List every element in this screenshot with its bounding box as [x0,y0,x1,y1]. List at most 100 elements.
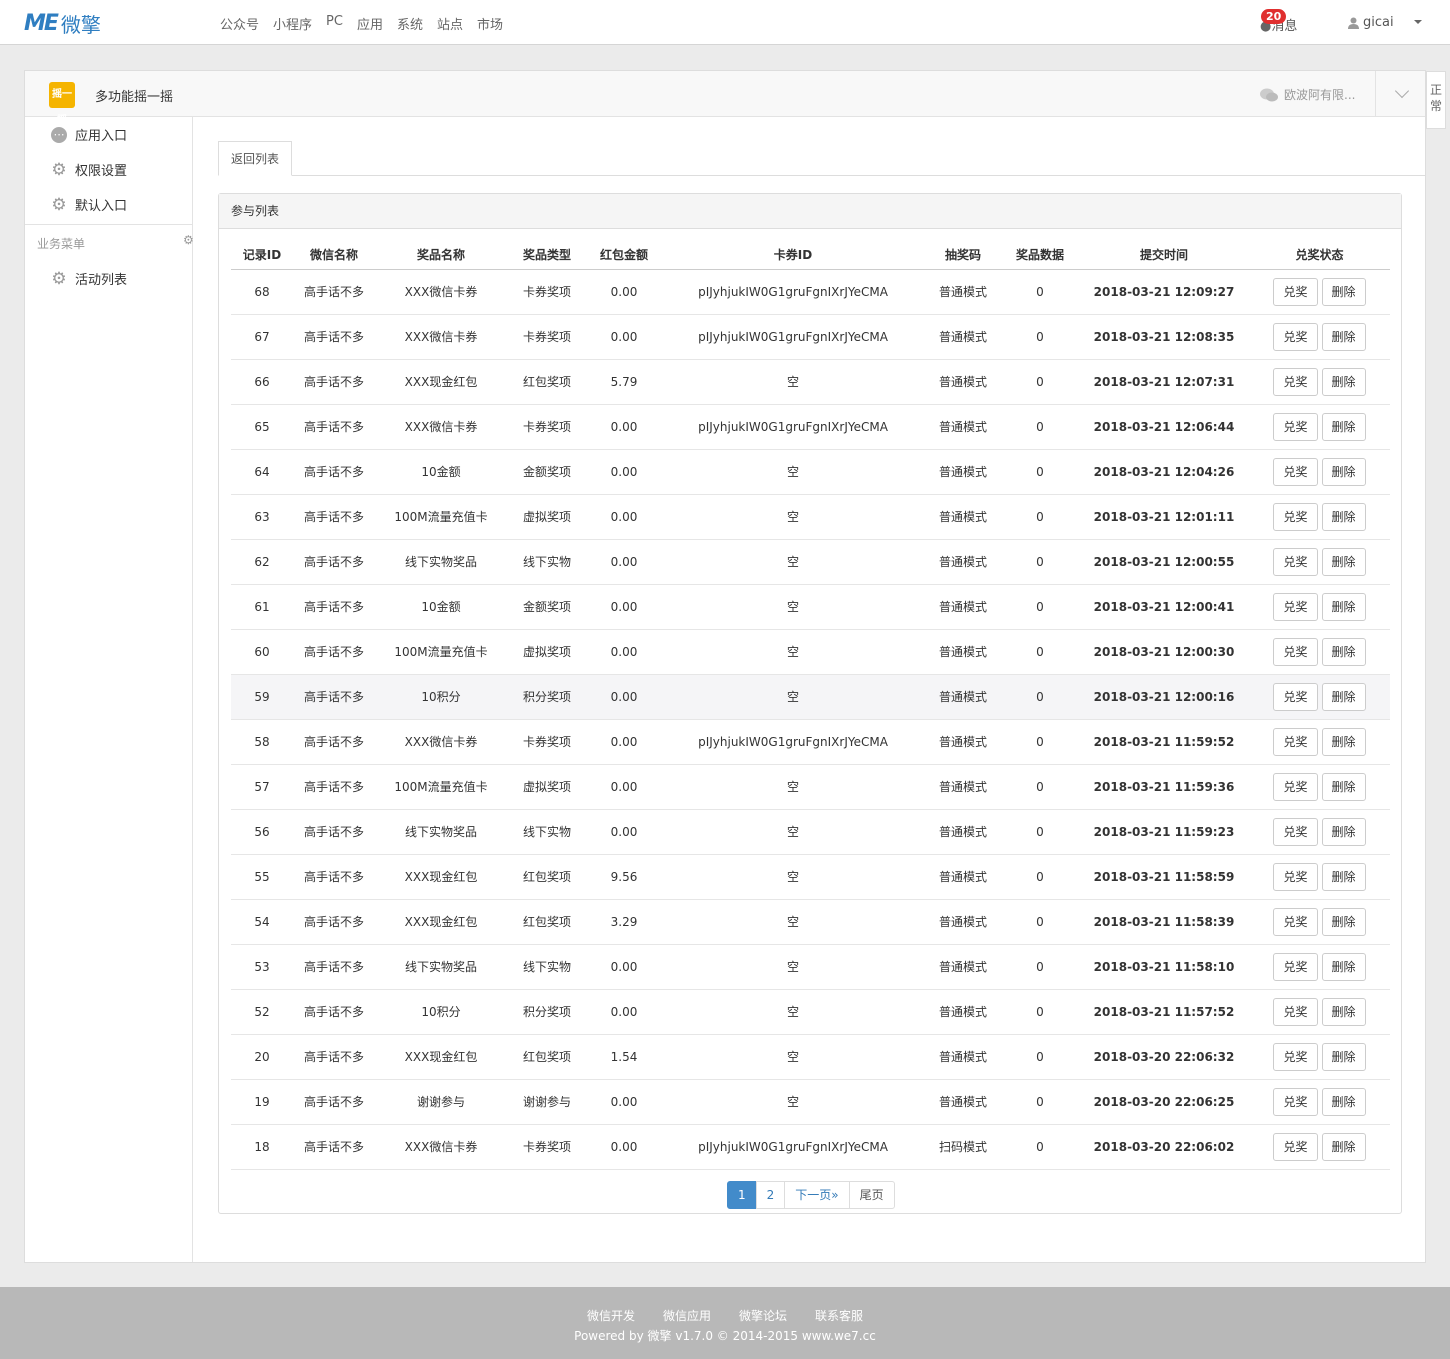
sidebar-item-default-entry[interactable]: ⚙ 默认入口 [25,187,192,222]
table-cell: 54 [231,899,293,945]
logo-text: 微擎 [60,12,101,37]
last-page-button[interactable]: 尾页 [848,1181,895,1209]
table-cell: 2018-03-21 11:59:52 [1079,719,1249,765]
redeem-button[interactable]: 兑奖 [1273,907,1318,936]
participants-table: 记录ID 微信名称 奖品名称 奖品类型 红包金额 卡券ID 抽奖码 奖品数据 提交时间 兑奖状态 … [231,241,1390,1170]
page-2-button[interactable]: 2 [755,1181,786,1209]
delete-button[interactable]: 删除 [1321,1132,1366,1161]
table-cell: 0.00 [587,809,661,855]
table-cell: 60 [231,629,293,675]
footer-link[interactable]: 微擎论坛 [739,1307,787,1324]
column-header: 微信名称 [293,241,375,270]
caret-down-icon[interactable] [1414,20,1422,24]
delete-button[interactable]: 删除 [1321,682,1366,711]
redeem-button[interactable]: 兑奖 [1273,322,1318,351]
redeem-button[interactable]: 兑奖 [1273,637,1318,666]
page-1-button[interactable]: 1 [727,1181,757,1209]
nav-item-pc[interactable]: PC [326,14,343,33]
sidebar-item-label: 权限设置 [75,164,128,179]
table-cell: XXX微信卡券 [375,269,507,315]
delete-button[interactable]: 删除 [1321,367,1366,396]
table-cell: 卡券奖项 [507,269,587,315]
redeem-button[interactable]: 兑奖 [1273,952,1318,981]
table-cell: 0.00 [587,494,661,540]
table-cell: 高手话不多 [293,1034,375,1080]
footer-link[interactable]: 微信应用 [663,1307,711,1324]
delete-button[interactable]: 删除 [1321,1042,1366,1071]
table-cell: 空 [661,944,925,990]
table-cell: 0 [1001,764,1079,810]
sidebar-item-label: 应用入口 [75,129,128,144]
table-cell: 扫码模式 [925,1124,1001,1170]
table-row: 20 高手话不多 XXX现金红包 红包奖项 1.54 空普通模式 0 2018-03-20 2… [231,1034,1390,1080]
redeem-button[interactable]: 兑奖 [1273,862,1318,891]
delete-button[interactable]: 删除 [1321,907,1366,936]
redeem-button[interactable]: 兑奖 [1273,682,1318,711]
delete-button[interactable]: 删除 [1321,997,1366,1026]
delete-button[interactable]: 删除 [1321,322,1366,351]
delete-button[interactable]: 删除 [1321,727,1366,756]
tab-back-to-list[interactable]: 返回列表 [218,141,293,176]
redeem-button[interactable]: 兑奖 [1273,997,1318,1026]
column-header: 抽奖码 [925,241,1001,270]
delete-button[interactable]: 删除 [1321,277,1366,306]
table-cell: 0 [1001,629,1079,675]
delete-button[interactable]: 删除 [1321,592,1366,621]
chevron-down-icon[interactable] [1394,83,1410,99]
column-header: 记录ID [231,241,293,270]
status-side-tab[interactable]: 正常 [1426,71,1446,129]
redeem-button[interactable]: 兑奖 [1273,727,1318,756]
delete-button[interactable]: 删除 [1321,637,1366,666]
sidebar-item-app-entry[interactable]: ⋯ 应用入口 [25,117,192,152]
delete-button[interactable]: 删除 [1321,772,1366,801]
next-page-button[interactable]: 下一页» [784,1181,850,1209]
redeem-button[interactable]: 兑奖 [1273,1087,1318,1116]
redeem-button[interactable]: 兑奖 [1273,547,1318,576]
redeem-button[interactable]: 兑奖 [1273,502,1318,531]
nav-item-gongzhonghao[interactable]: 公众号 [220,14,259,33]
delete-button[interactable]: 删除 [1321,457,1366,486]
copyright: Powered by 微擎 v1.7.0 © 2014-2015 www.we7… [574,1329,876,1343]
table-cell: 普通模式 [925,584,1001,630]
redeem-button[interactable]: 兑奖 [1273,592,1318,621]
redeem-button[interactable]: 兑奖 [1273,367,1318,396]
table-cell: XXX现金红包 [375,1034,507,1080]
redeem-button[interactable]: 兑奖 [1273,457,1318,486]
table-cell: 高手话不多 [293,809,375,855]
nav-item-system[interactable]: 系统 [397,14,423,33]
footer-link[interactable]: 联系客服 [815,1307,863,1324]
table-cell: 普通模式 [925,854,1001,900]
user-menu[interactable]: gicai [1348,15,1394,30]
delete-button[interactable]: 删除 [1321,862,1366,891]
redeem-button[interactable]: 兑奖 [1273,1132,1318,1161]
redeem-button[interactable]: 兑奖 [1273,1042,1318,1071]
redeem-button[interactable]: 兑奖 [1273,817,1318,846]
sidebar-item-activity-list[interactable]: ⚙ 活动列表 [25,261,192,296]
table-cell: 2018-03-21 12:09:27 [1079,269,1249,315]
table-cell: 2018-03-21 11:58:10 [1079,944,1249,990]
table-cell: 1.54 [587,1034,661,1080]
nav-item-miniprogram[interactable]: 小程序 [273,14,312,33]
footer-link[interactable]: 微信开发 [587,1307,635,1324]
table-cell: 2018-03-21 12:00:30 [1079,629,1249,675]
delete-button[interactable]: 删除 [1321,817,1366,846]
delete-button[interactable]: 删除 [1321,952,1366,981]
table-cell: 0 [1001,584,1079,630]
redeem-button[interactable]: 兑奖 [1273,772,1318,801]
nav-item-site[interactable]: 站点 [437,14,463,33]
nav-item-apps[interactable]: 应用 [357,14,383,33]
nav-item-market[interactable]: 市场 [477,14,503,33]
account-switcher[interactable]: 欧波阿有限... [1260,86,1355,103]
redeem-button[interactable]: 兑奖 [1273,277,1318,306]
actions-cell: 兑奖 删除 [1249,629,1390,675]
delete-button[interactable]: 删除 [1321,547,1366,576]
column-header: 奖品类型 [507,241,587,270]
redeem-button[interactable]: 兑奖 [1273,412,1318,441]
table-cell: 高手话不多 [293,539,375,585]
gear-icon[interactable]: ⚙ [183,233,194,247]
delete-button[interactable]: 删除 [1321,1087,1366,1116]
sidebar-item-permissions[interactable]: ⚙ 权限设置 [25,152,192,187]
delete-button[interactable]: 删除 [1321,412,1366,441]
delete-button[interactable]: 删除 [1321,502,1366,531]
logo[interactable]: ME 微擎 [24,9,101,37]
